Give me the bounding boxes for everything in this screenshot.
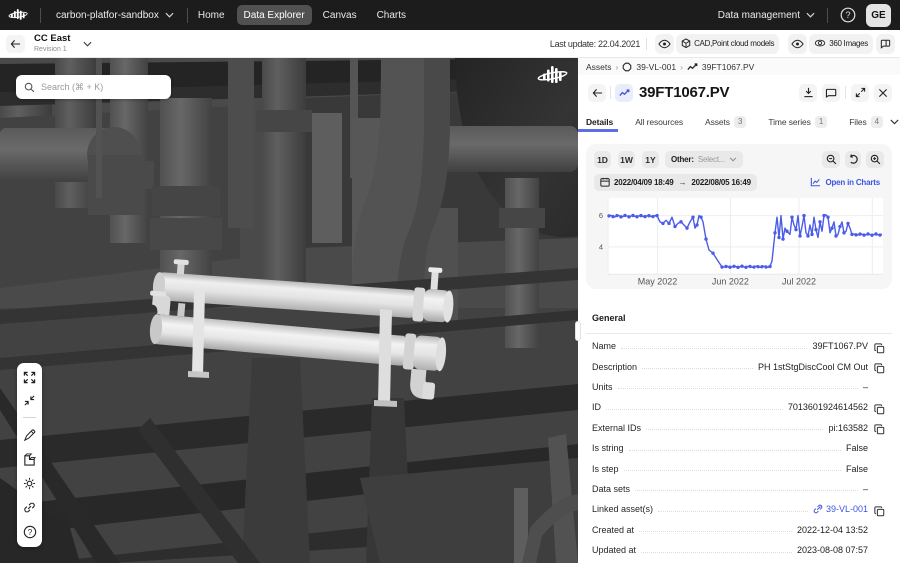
svg-text:May 2022: May 2022	[638, 277, 678, 287]
svg-text:Jul 2022: Jul 2022	[782, 277, 816, 287]
svg-text:6: 6	[599, 211, 603, 220]
svg-text:?: ?	[27, 528, 32, 537]
svg-text:Jun 2022: Jun 2022	[712, 277, 749, 287]
svg-text:4: 4	[599, 242, 603, 251]
svg-text:?: ?	[845, 10, 850, 20]
